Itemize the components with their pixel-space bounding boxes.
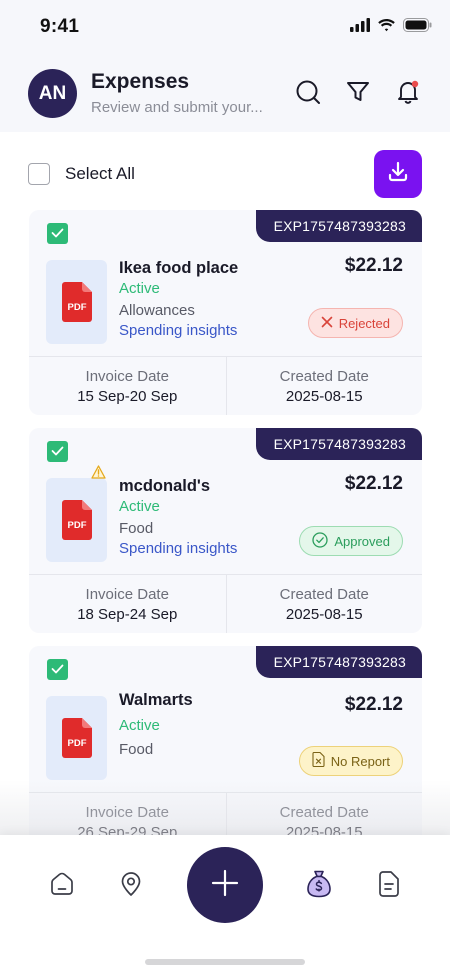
expense-checkbox[interactable] [47,223,68,244]
expense-amount: $22.12 [344,473,403,494]
nav-reports[interactable] [374,870,404,903]
receipt-thumbnail[interactable]: PDF [46,260,107,344]
expense-id-tag: EXP1757487393283 [255,428,422,460]
expense-id-tag: EXP1757487393283 [255,646,422,678]
select-all-checkbox[interactable] [28,163,50,185]
status-badge-label: Approved [334,533,390,549]
home-indicator [145,959,305,965]
location-icon [118,870,144,903]
expense-status: Active [119,280,160,297]
pdf-label: PDF [67,520,86,531]
status-badge-no-report: No Report [298,746,403,776]
expense-list-area: Select All EXP1757487393283 PDF Ikea foo… [0,132,450,835]
battery-icon [403,18,432,37]
spending-insights-link[interactable]: Spending insights [119,322,237,339]
receipt-thumbnail[interactable]: PDF [46,696,107,780]
expense-status: Active [119,717,160,734]
created-date-value: 2025-08-15 [285,387,363,405]
created-date-value: 2025-08-15 [285,823,363,836]
merchant-name: Walmarts [119,691,193,709]
nav-expenses[interactable] [304,869,334,904]
expense-status: Active [119,498,160,515]
expense-category: Food [119,741,154,758]
expense-card[interactable]: EXP1757487393283 PDF mcdonald's $22.12 A… [29,428,422,633]
expense-category: Food [119,520,154,537]
money-bag-icon [306,869,332,904]
document-icon [377,870,401,903]
close-icon [321,316,333,331]
check-icon [51,225,64,243]
invoice-date-value: 18 Sep-24 Sep [77,605,178,623]
status-icons [350,18,432,37]
pdf-label: PDF [67,302,86,313]
add-icon [210,868,240,903]
expense-id-tag: EXP1757487393283 [255,210,422,242]
status-badge-rejected: Rejected [307,308,403,338]
add-expense-button[interactable] [187,847,263,923]
expense-amount: $22.12 [344,694,403,715]
app-header: AN Expenses Review and submit your... [0,56,450,132]
invoice-date: Invoice Date 26 Sep-29 Sep [29,793,226,836]
pdf-file-icon: PDF [61,718,92,758]
created-date: Created Date 2025-08-15 [225,357,423,415]
pdf-label: PDF [67,738,86,749]
status-badge-label: No Report [330,753,390,769]
date-row: Invoice Date 26 Sep-29 Sep Created Date … [29,792,422,835]
status-bar: 9:41 [0,0,450,56]
check-icon [51,661,64,679]
pdf-file-icon: PDF [61,500,92,540]
invoice-date-value: 26 Sep-29 Sep [77,823,178,836]
expense-category: Allowances [119,302,195,319]
avatar[interactable]: AN [28,69,77,118]
created-date-label: Created Date [279,367,369,385]
expense-checkbox[interactable] [47,441,68,462]
check-circle-icon [312,531,328,551]
select-all-row: Select All [28,150,422,198]
created-date-label: Created Date [279,585,369,603]
expense-card[interactable]: EXP1757487393283 PDF Walmarts $22.12 Act… [29,646,422,835]
expense-checkbox[interactable] [47,659,68,680]
status-badge-label: Rejected [338,315,390,331]
merchant-name: mcdonald's [119,477,211,495]
download-button[interactable] [374,150,422,198]
document-x-icon [312,751,325,770]
check-icon [51,443,64,461]
bottom-nav [0,835,450,975]
invoice-date: Invoice Date 15 Sep-20 Sep [29,357,226,415]
home-icon [48,870,76,903]
status-time: 9:41 [40,16,80,37]
invoice-date-label: Invoice Date [85,367,169,385]
page-title: Expenses [91,70,190,93]
select-all-label[interactable]: Select All [65,164,135,184]
expenses-screen: 9:41 AN Expenses Review and submit your.… [0,0,450,975]
expense-amount: $22.12 [344,255,403,276]
invoice-date-label: Invoice Date [85,585,169,603]
spending-insights-link[interactable]: Spending insights [119,540,237,557]
status-badge-approved: Approved [299,526,403,556]
warning-icon[interactable] [91,465,106,484]
invoice-date: Invoice Date 18 Sep-24 Sep [29,575,226,633]
created-date: Created Date 2025-08-15 [225,575,423,633]
merchant-name: Ikea food place [119,259,239,277]
nav-home[interactable] [47,871,77,901]
expense-card[interactable]: EXP1757487393283 PDF Ikea food place $22… [29,210,422,415]
receipt-thumbnail[interactable]: PDF [46,478,107,562]
wifi-icon [377,18,396,37]
page-subtitle: Review and submit your... [91,99,263,116]
invoice-date-value: 15 Sep-20 Sep [77,387,178,405]
date-row: Invoice Date 18 Sep-24 Sep Created Date … [29,574,422,633]
signal-icon [350,18,370,37]
invoice-date-label: Invoice Date [85,803,169,821]
nav-location[interactable] [116,871,146,901]
bell-icon[interactable] [394,78,422,106]
created-date-value: 2025-08-15 [285,605,363,623]
filter-icon[interactable] [344,78,372,106]
date-row: Invoice Date 15 Sep-20 Sep Created Date … [29,356,422,415]
search-icon[interactable] [294,78,322,106]
created-date-label: Created Date [279,803,369,821]
pdf-file-icon: PDF [61,282,92,322]
download-icon [386,160,410,189]
created-date: Created Date 2025-08-15 [225,793,423,836]
